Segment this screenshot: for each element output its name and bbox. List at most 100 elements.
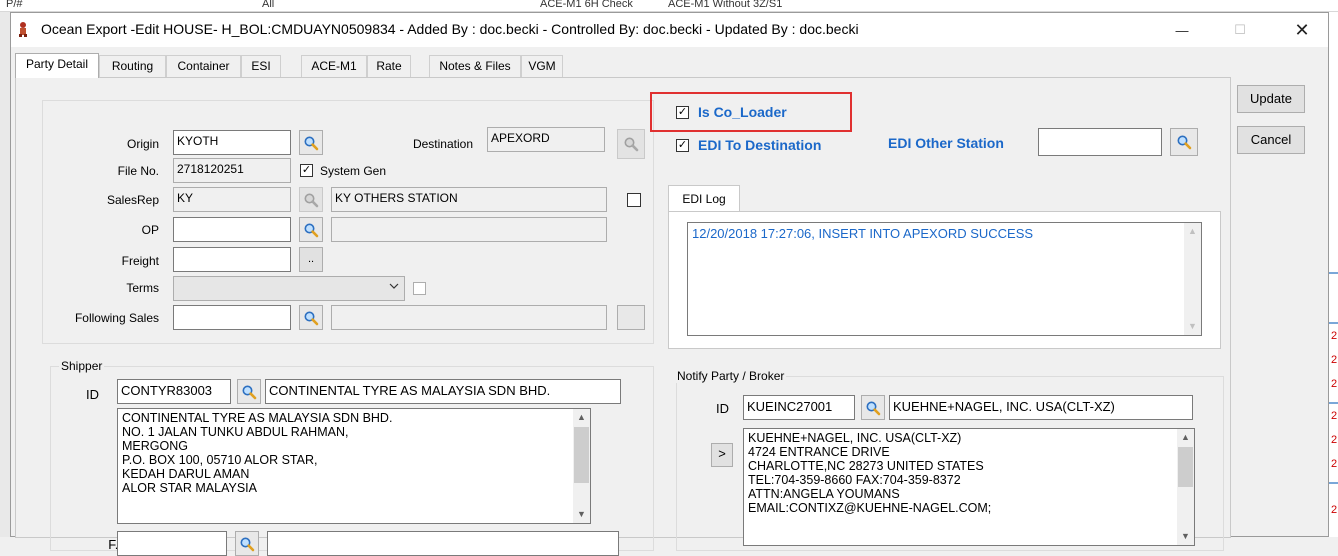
file-no-label: File No.: [117, 164, 159, 178]
fs-input[interactable]: [117, 531, 227, 556]
fs-name-input[interactable]: [267, 531, 619, 556]
search-icon: [624, 137, 639, 152]
origin-label: Origin: [126, 137, 159, 151]
terms-select[interactable]: [173, 276, 405, 301]
search-icon: [866, 401, 881, 415]
party-detail-page: Origin KYOTH Destination APEXORD File No…: [15, 77, 1231, 556]
origin-input[interactable]: KYOTH: [173, 130, 291, 155]
op-lookup-button[interactable]: [299, 217, 323, 242]
following-sales-lookup-button[interactable]: [299, 305, 323, 330]
tab-esi[interactable]: ESI: [241, 55, 281, 77]
address-line: ATTN:ANGELA YOUMANS: [748, 487, 900, 501]
scroll-thumb[interactable]: [1178, 447, 1193, 487]
salesrep-code-input[interactable]: KY: [173, 187, 291, 212]
address-line: ALOR STAR MALAYSIA: [122, 481, 257, 495]
minimize-button[interactable]: —: [1159, 13, 1205, 47]
tab-container[interactable]: Container: [166, 55, 241, 77]
is-co-loader-checkbox[interactable]: ✓: [676, 106, 689, 119]
shipper-group: Shipper ID CONTYR83003 CONTINENTAL TYRE …: [50, 359, 654, 556]
address-line: NO. 1 JALAN TUNKU ABDUL RAHMAN,: [122, 425, 349, 439]
background-text: All: [262, 0, 275, 10]
address-line: CONTINENTAL TYRE AS MALAYSIA SDN BHD.: [122, 411, 393, 425]
background-text: ACE-M1 Without 3Z/S1: [668, 0, 783, 10]
salesrep-name-input[interactable]: KY OTHERS STATION: [331, 187, 607, 212]
search-icon: [1177, 135, 1192, 150]
background-app-strip: P/# All ACE-M1 6H Check ACE-M1 Without 3…: [0, 0, 1338, 12]
address-line: KEDAH DARUL AMAN: [122, 467, 250, 481]
edi-other-station-input[interactable]: [1038, 128, 1162, 156]
ocean-export-window: Ocean Export -Edit HOUSE- H_BOL:CMDUAYN0…: [10, 12, 1329, 556]
origin-lookup-button[interactable]: [299, 130, 323, 155]
scroll-down-icon[interactable]: ▼: [1184, 318, 1201, 335]
edi-log-tab[interactable]: EDI Log: [668, 185, 740, 212]
title-bar[interactable]: Ocean Export -Edit HOUSE- H_BOL:CMDUAYN0…: [11, 13, 1328, 47]
search-icon: [242, 385, 257, 399]
destination-lookup-button[interactable]: [617, 129, 645, 159]
shipper-lookup-button[interactable]: [237, 379, 261, 404]
op-input[interactable]: [173, 217, 291, 242]
notify-lookup-button[interactable]: [861, 395, 885, 420]
maximize-icon: ☐: [1234, 22, 1246, 37]
edi-to-destination-checkbox[interactable]: ✓: [676, 139, 689, 152]
edi-log-panel: 12/20/2018 17:27:06, INSERT INTO APEXORD…: [668, 211, 1221, 349]
address-line: CHARLOTTE,NC 28273 UNITED STATES: [748, 459, 984, 473]
scroll-up-icon[interactable]: ▲: [1184, 223, 1201, 240]
scroll-up-icon[interactable]: ▲: [573, 409, 590, 426]
maximize-button[interactable]: ☐: [1217, 13, 1263, 47]
search-icon: [240, 537, 255, 551]
is-co-loader-label: Is Co_Loader: [698, 104, 787, 120]
address-line: EMAIL:CONTIXZ@KUEHNE-NAGEL.COM;: [748, 501, 992, 515]
cancel-button[interactable]: Cancel: [1237, 126, 1305, 154]
tab-notes-files[interactable]: Notes & Files: [429, 55, 521, 77]
following-sales-extra-button[interactable]: [617, 305, 645, 330]
app-icon: [19, 22, 27, 37]
close-button[interactable]: ✕: [1279, 13, 1325, 47]
scroll-down-icon[interactable]: ▼: [573, 506, 590, 523]
edi-other-station-lookup-button[interactable]: [1170, 128, 1198, 156]
edi-to-destination-label: EDI To Destination: [698, 137, 822, 153]
shipper-address-textarea[interactable]: CONTINENTAL TYRE AS MALAYSIA SDN BHD. NO…: [117, 408, 591, 524]
notify-id-input[interactable]: KUEINC27001: [743, 395, 855, 420]
notify-party-group: Notify Party / Broker ID KUEINC27001 KUE…: [675, 369, 1224, 551]
following-sales-input[interactable]: [173, 305, 291, 330]
op-name-input[interactable]: [331, 217, 607, 242]
tab-vgm[interactable]: VGM: [521, 55, 563, 77]
salesrep-checkbox[interactable]: [627, 193, 641, 207]
following-sales-name-input[interactable]: [331, 305, 607, 330]
shipper-address-scrollbar[interactable]: ▲ ▼: [573, 409, 590, 523]
scroll-thumb[interactable]: [574, 427, 589, 483]
scroll-up-icon[interactable]: ▲: [1177, 429, 1194, 446]
minimize-icon: —: [1175, 22, 1189, 38]
shipper-id-input[interactable]: CONTYR83003: [117, 379, 231, 404]
freight-input[interactable]: [173, 247, 291, 272]
terms-checkbox[interactable]: [413, 282, 426, 295]
system-gen-checkbox[interactable]: ✓: [300, 164, 313, 177]
search-icon: [304, 311, 319, 325]
op-label: OP: [141, 223, 159, 237]
update-button[interactable]: Update: [1237, 85, 1305, 113]
background-text: P/#: [6, 0, 23, 10]
notify-address-textarea[interactable]: KUEHNE+NAGEL, INC. USA(CLT-XZ) 4724 ENTR…: [743, 428, 1195, 546]
shipper-name-input[interactable]: CONTINENTAL TYRE AS MALAYSIA SDN BHD.: [265, 379, 621, 404]
edi-log-scrollbar[interactable]: ▲ ▼: [1184, 223, 1201, 335]
tab-rate[interactable]: Rate: [367, 55, 411, 77]
tab-party-detail[interactable]: Party Detail: [15, 53, 99, 78]
background-text: ACE-M1 6H Check: [540, 0, 633, 10]
notify-address-scrollbar[interactable]: ▲ ▼: [1177, 429, 1194, 545]
background-right-edge: 2 2 2 2 2 2 2: [1329, 12, 1338, 537]
edi-log-textarea[interactable]: 12/20/2018 17:27:06, INSERT INTO APEXORD…: [687, 222, 1202, 336]
notify-copy-button[interactable]: >: [711, 443, 733, 467]
terms-label: Terms: [126, 281, 159, 295]
tab-ace-m1[interactable]: ACE-M1: [301, 55, 367, 77]
destination-input[interactable]: APEXORD: [487, 127, 605, 152]
file-no-input[interactable]: 2718120251: [173, 158, 291, 183]
notify-name-input[interactable]: KUEHNE+NAGEL, INC. USA(CLT-XZ): [889, 395, 1193, 420]
background-left-edge: [0, 12, 10, 537]
address-line: KUEHNE+NAGEL, INC. USA(CLT-XZ): [748, 431, 962, 445]
salesrep-lookup-button[interactable]: [299, 187, 323, 212]
freight-browse-button[interactable]: ..: [299, 247, 323, 272]
tab-routing[interactable]: Routing: [99, 55, 166, 77]
address-line: 4724 ENTRANCE DRIVE: [748, 445, 890, 459]
fs-lookup-button[interactable]: [235, 531, 259, 556]
search-icon: [304, 136, 319, 150]
